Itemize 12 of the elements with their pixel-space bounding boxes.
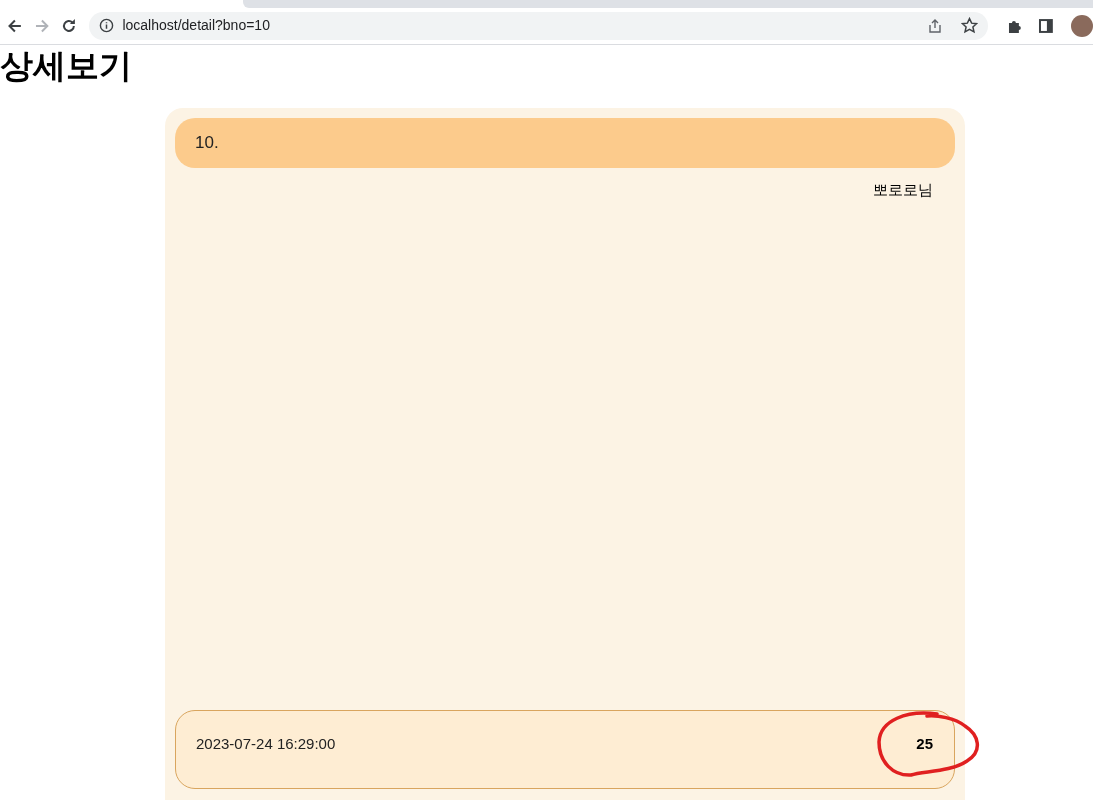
info-icon xyxy=(99,18,115,33)
author-name: 뽀로로님 xyxy=(873,180,933,201)
side-panel-icon[interactable] xyxy=(1038,17,1054,34)
post-date: 2023-07-24 16:29:00 xyxy=(196,734,337,754)
page-heading: 상세보기 xyxy=(0,46,132,86)
profile-avatar[interactable] xyxy=(1071,14,1093,37)
post-title: 10. xyxy=(175,118,955,168)
url-text: localhost/detail?bno=10 xyxy=(122,16,271,35)
address-bar[interactable]: localhost/detail?bno=10 xyxy=(89,11,989,40)
star-icon[interactable] xyxy=(961,17,979,34)
view-count: 25 xyxy=(916,734,933,754)
share-icon[interactable] xyxy=(927,17,944,34)
